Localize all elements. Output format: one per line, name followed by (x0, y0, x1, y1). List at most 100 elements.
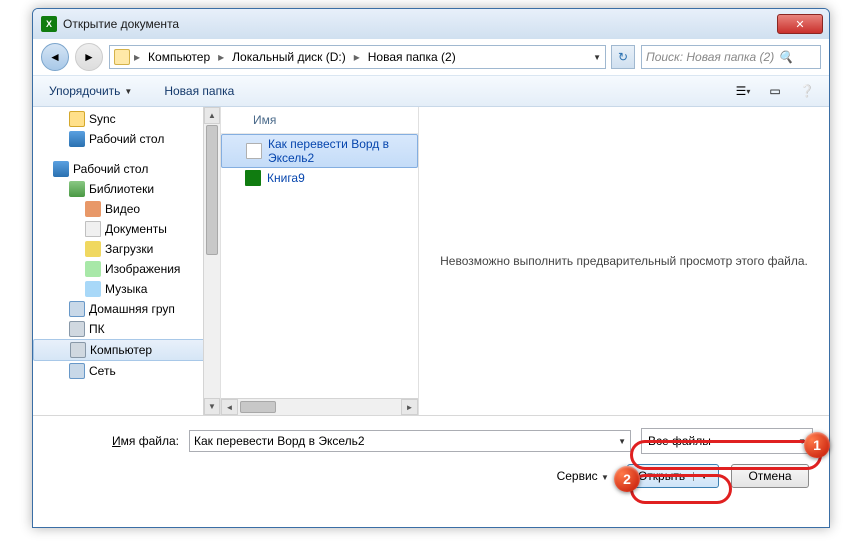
tree-label: Изображения (105, 262, 180, 276)
scroll-thumb[interactable] (240, 401, 276, 413)
tree-icon (85, 221, 101, 237)
tools-dropdown[interactable]: Сервис ▼ (557, 469, 609, 483)
scroll-thumb[interactable] (206, 125, 218, 255)
breadcrumb[interactable]: ▸ Компьютер ▸ Локальный диск (D:) ▸ Нова… (109, 45, 606, 69)
help-button[interactable]: ❔ (793, 80, 821, 102)
chevron-down-icon: ▼ (124, 87, 132, 96)
search-input[interactable]: Поиск: Новая папка (2) 🔍 (641, 45, 821, 69)
scroll-down-icon[interactable]: ▼ (204, 398, 220, 415)
tree-item[interactable]: Рабочий стол (33, 159, 220, 179)
breadcrumb-seg[interactable]: Локальный диск (D:) (228, 48, 350, 66)
tree-icon (85, 201, 101, 217)
nav-back-button[interactable]: ◄ (41, 43, 69, 71)
folder-icon (114, 49, 130, 65)
scroll-left-icon[interactable]: ◄ (221, 399, 238, 415)
file-icon (246, 143, 262, 159)
tree-label: Сеть (89, 364, 116, 378)
file-row[interactable]: Книга9 (221, 168, 418, 188)
tree-item[interactable]: Компьютер (33, 339, 220, 361)
breadcrumb-seg[interactable]: Новая папка (2) (364, 48, 460, 66)
filename-input[interactable]: Как перевести Ворд в Эксель2 ▼ (189, 430, 631, 452)
file-name: Как перевести Ворд в Эксель2 (268, 137, 409, 165)
close-button[interactable]: ✕ (777, 14, 823, 34)
tree-label: Домашняя груп (89, 302, 175, 316)
tree-item[interactable]: Домашняя груп (33, 299, 220, 319)
tree-icon (69, 181, 85, 197)
dialog-body: Sync Рабочий стол Рабочий стол Библиотеки Ви… (33, 107, 829, 415)
chevron-down-icon[interactable]: ▼ (618, 437, 626, 446)
tree-icon (85, 281, 101, 297)
column-header-name[interactable]: Имя (221, 107, 418, 134)
horizontal-scrollbar[interactable]: ◄ ► (221, 398, 418, 415)
annotation-badge: 2 (614, 466, 640, 492)
nav-row: ◄ ► ▸ Компьютер ▸ Локальный диск (D:) ▸ … (33, 39, 829, 75)
chevron-down-icon[interactable]: ▼ (593, 53, 601, 62)
file-icon (245, 170, 261, 186)
tree-label: Документы (105, 222, 167, 236)
tree-icon (53, 161, 69, 177)
arrow-right-icon: ► (83, 50, 95, 64)
tree-label: Загрузки (105, 242, 153, 256)
refresh-icon: ↻ (618, 50, 628, 64)
open-button[interactable]: Открыть ▼ (627, 464, 719, 488)
tree-icon (69, 131, 85, 147)
file-list: Имя Как перевести Ворд в Эксель2 Книга9 ◄… (221, 107, 419, 415)
vertical-scrollbar[interactable]: ▲▼ (203, 107, 220, 415)
open-split-arrow[interactable]: ▼ (693, 472, 708, 481)
annotation-badge: 1 (804, 432, 830, 458)
chevron-right-icon: ▸ (352, 50, 362, 64)
tree-item[interactable]: Музыка (33, 279, 220, 299)
file-name: Книга9 (267, 171, 305, 185)
open-file-dialog: X Открытие документа ✕ ◄ ► ▸ Компьютер ▸… (32, 8, 830, 528)
tree-item[interactable]: ПК (33, 319, 220, 339)
titlebar: X Открытие документа ✕ (33, 9, 829, 39)
view-mode-button[interactable]: ☰ ▾ (729, 80, 757, 102)
dialog-title: Открытие документа (63, 17, 777, 31)
breadcrumb-seg[interactable]: Компьютер (144, 48, 214, 66)
cancel-button[interactable]: Отмена (731, 464, 809, 488)
tree-item[interactable]: Документы (33, 219, 220, 239)
scroll-right-icon[interactable]: ► (401, 399, 418, 415)
search-icon: 🔍 (778, 50, 793, 64)
preview-pane-button[interactable]: ▭ (761, 80, 789, 102)
tree-item[interactable]: Сеть (33, 361, 220, 381)
tree-label: ПК (89, 322, 105, 336)
tree-icon (85, 261, 101, 277)
filetype-dropdown[interactable]: Все файлы ▼ (641, 428, 813, 454)
refresh-button[interactable]: ↻ (611, 45, 635, 69)
scroll-up-icon[interactable]: ▲ (204, 107, 220, 124)
chevron-right-icon: ▸ (132, 50, 142, 64)
tree-item[interactable]: Библиотеки (33, 179, 220, 199)
tree-label: Библиотеки (89, 182, 154, 196)
tree-icon (85, 241, 101, 257)
tree-icon (69, 321, 85, 337)
tree-label: Рабочий стол (89, 132, 164, 146)
tree-item[interactable]: Sync (33, 109, 220, 129)
tree-item[interactable]: Изображения (33, 259, 220, 279)
tree-icon (70, 342, 86, 358)
preview-message: Невозможно выполнить предварительный про… (440, 254, 808, 268)
filename-label: Имя файла: (49, 434, 179, 448)
tree-item[interactable]: Рабочий стол (33, 129, 220, 149)
organize-button[interactable]: Упорядочить▼ (41, 80, 140, 102)
nav-tree: Sync Рабочий стол Рабочий стол Библиотеки Ви… (33, 107, 221, 415)
chevron-right-icon: ▸ (216, 50, 226, 64)
tree-label: Музыка (105, 282, 147, 296)
tree-item[interactable]: Видео (33, 199, 220, 219)
tree-label: Рабочий стол (73, 162, 148, 176)
dialog-footer: Имя файла: Как перевести Ворд в Эксель2 … (33, 415, 829, 500)
arrow-left-icon: ◄ (49, 50, 61, 64)
tree-icon (69, 301, 85, 317)
tree-icon (69, 111, 85, 127)
tree-label: Sync (89, 112, 116, 126)
file-row[interactable]: Как перевести Ворд в Эксель2 (221, 134, 418, 168)
search-placeholder: Поиск: Новая папка (2) (646, 50, 774, 64)
preview-pane: Невозможно выполнить предварительный про… (419, 107, 829, 415)
excel-app-icon: X (41, 16, 57, 32)
tree-item[interactable]: Загрузки (33, 239, 220, 259)
tree-label: Видео (105, 202, 140, 216)
tree-label: Компьютер (90, 343, 152, 357)
nav-forward-button[interactable]: ► (75, 43, 103, 71)
toolbar: Упорядочить▼ Новая папка ☰ ▾ ▭ ❔ (33, 75, 829, 107)
new-folder-button[interactable]: Новая папка (156, 80, 242, 102)
